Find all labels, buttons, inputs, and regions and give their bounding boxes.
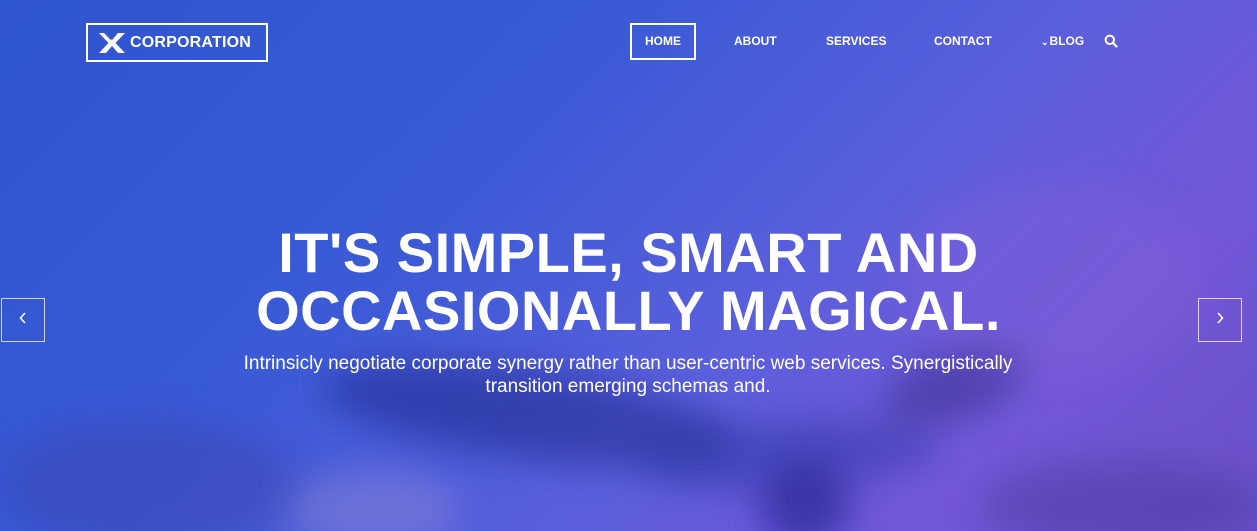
- slider-prev-button[interactable]: [1, 298, 45, 342]
- nav-item-about[interactable]: ABOUT: [734, 23, 777, 60]
- hero-headline-line2: OCCASIONALLY MAGICAL.: [256, 279, 1001, 342]
- search-icon[interactable]: [1104, 34, 1118, 48]
- hero-slider: CORPORATION HOME ABOUT SERVICES CONTACT …: [0, 0, 1257, 531]
- nav-item-blog[interactable]: ⌄BLOG: [1041, 23, 1084, 60]
- chevron-left-icon: [18, 311, 28, 330]
- chevron-down-icon: ⌄: [1041, 37, 1049, 47]
- hero-headline-line1: IT'S SIMPLE, SMART AND: [278, 221, 979, 284]
- brand-logo[interactable]: CORPORATION: [86, 23, 268, 62]
- chevron-right-icon: [1215, 311, 1225, 330]
- x-mark-icon: [98, 32, 126, 54]
- nav-item-home[interactable]: HOME: [630, 23, 696, 60]
- brand-name: CORPORATION: [130, 33, 252, 51]
- nav-item-services[interactable]: SERVICES: [826, 23, 886, 60]
- background-shape: [980, 460, 1257, 531]
- slider-next-button[interactable]: [1198, 298, 1242, 342]
- background-shape: [0, 420, 300, 531]
- nav-item-contact[interactable]: CONTACT: [934, 23, 992, 60]
- nav-item-blog-label: BLOG: [1049, 34, 1085, 48]
- hero-headline: IT'S SIMPLE, SMART AND OCCASIONALLY MAGI…: [0, 224, 1257, 340]
- background-shape: [280, 470, 460, 531]
- hero-subtext: Intrinsicly negotiate corporate synergy …: [243, 353, 1013, 397]
